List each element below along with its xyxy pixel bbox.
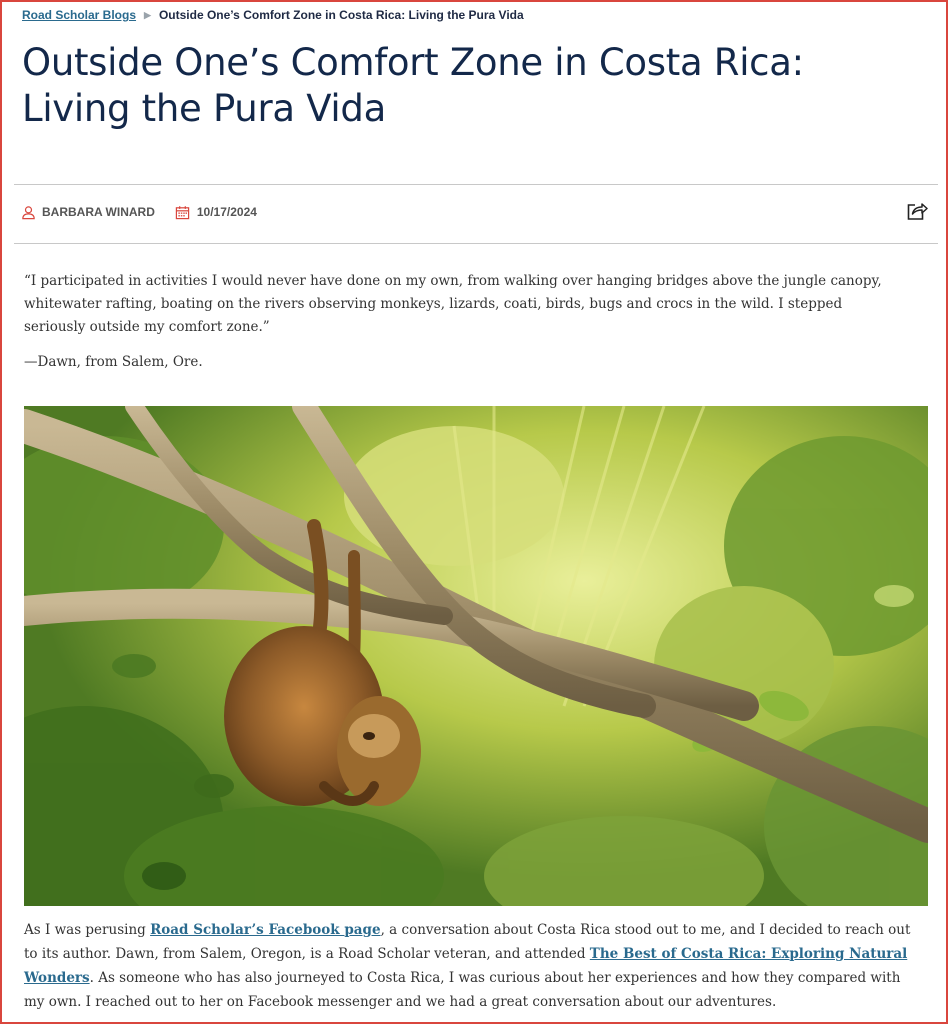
paragraph-text: . As someone who has also journeyed to C… [24,970,901,1010]
divider-bottom [14,243,938,244]
paragraph-text: As I was perusing [24,922,151,938]
publish-date: 10/17/2024 [196,205,257,219]
breadcrumb: Road Scholar Blogs ▶ Outside One’s Comfo… [22,8,524,22]
quote-attribution: —Dawn, from Salem, Ore. [24,354,203,370]
pull-quote: “I participated in activities I would ne… [24,273,882,335]
author-name[interactable]: BARBARA WINARD [42,205,155,219]
hero-image-sloth [24,406,928,906]
article-meta: BARBARA WINARD 10/17/2024 [20,204,257,220]
link-facebook-page[interactable]: Road Scholar’s Facebook page [150,922,381,938]
share-button[interactable] [905,202,929,224]
share-icon [906,201,928,226]
page-frame: Road Scholar Blogs ▶ Outside One’s Comfo… [0,0,948,1024]
breadcrumb-separator-icon: ▶ [144,9,151,20]
article-title: Outside One’s Comfort Zone in Costa Rica… [22,41,804,130]
user-icon [20,204,36,220]
divider-top [14,184,938,185]
calendar-icon [175,204,191,220]
article-paragraph: As I was perusing Road Scholar’s Faceboo… [24,918,924,1014]
breadcrumb-link-blogs[interactable]: Road Scholar Blogs [22,8,136,22]
breadcrumb-current: Outside One’s Comfort Zone in Costa Rica… [158,8,524,22]
